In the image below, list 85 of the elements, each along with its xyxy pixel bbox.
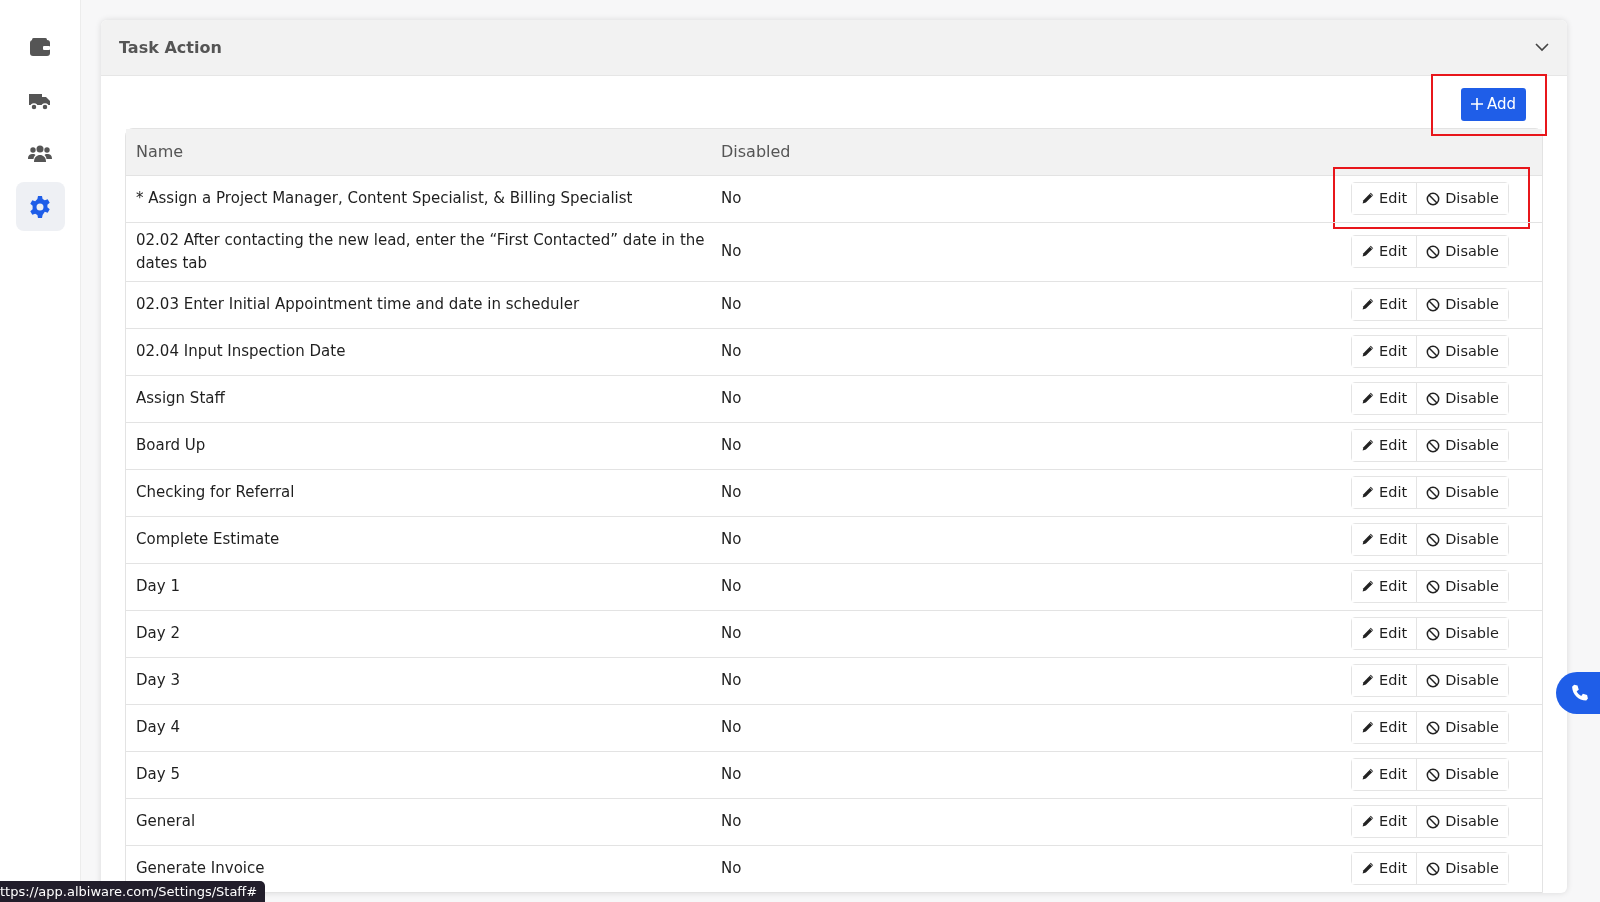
table-cell: No: [721, 389, 742, 408]
table-cell-text: Board Up: [135, 435, 207, 456]
table-cell: No: [721, 436, 742, 455]
table-cell: No: [721, 483, 742, 502]
column-header: Name: [135, 141, 185, 163]
pencil-icon: [1361, 862, 1375, 875]
disable-button[interactable]: Disable: [1416, 758, 1508, 791]
disable-button[interactable]: Disable: [1416, 429, 1508, 462]
pencil-icon: [1361, 439, 1375, 452]
chevron-icon[interactable]: [1535, 43, 1549, 52]
table-cell-text: Complete Estimate: [135, 529, 281, 550]
pencil-icon: [1361, 721, 1375, 734]
table-cell: No: [721, 577, 742, 596]
table-cell: No: [721, 859, 742, 878]
disable-button[interactable]: Disable: [1416, 664, 1508, 697]
ban-icon: [1426, 814, 1441, 829]
disable-button[interactable]: Disable: [1416, 335, 1508, 368]
table-cell-text: Checking for Referral: [135, 482, 296, 503]
panel-title: Task Action: [119, 36, 222, 59]
table-cell-text: 02.04 Input Inspection Date: [135, 341, 347, 362]
ban-icon: [1426, 579, 1441, 594]
table-cell-text: * Assign a Project Manager, Content Specialist, & Billing Specialist: [135, 188, 634, 209]
table-cell: No: [721, 718, 742, 737]
pencil-icon: [1361, 486, 1375, 499]
table-cell: No: [721, 530, 742, 549]
sidebar-item[interactable]: [15, 182, 65, 231]
table-cell-text: 02.02 After contacting the new lead, enter the “First Contacted” date in the dates tab: [135, 229, 706, 274]
table-cell: No: [721, 812, 742, 831]
ban-icon: [1426, 244, 1441, 259]
ban-icon: [1426, 720, 1441, 735]
pencil-icon: [1361, 245, 1375, 258]
pencil-icon: [1361, 580, 1375, 593]
table-cell: No: [721, 342, 742, 361]
table-cell: No: [721, 624, 742, 643]
table-cell-text: Assign Staff: [135, 388, 226, 409]
pencil-icon: [1361, 627, 1375, 640]
plus-icon: [1470, 98, 1483, 111]
table-cell-text: General: [135, 811, 197, 832]
ban-icon: [1426, 344, 1441, 359]
pencil-icon: [1361, 815, 1375, 828]
table-cell-text: Day 3: [135, 670, 181, 691]
phone-icon: [1570, 683, 1590, 703]
ban-icon: [1426, 391, 1441, 406]
phone-button[interactable]: [1556, 672, 1600, 714]
disable-button[interactable]: Disable: [1416, 523, 1508, 556]
table-cell-text: Generate Invoice: [135, 858, 266, 879]
ban-icon: [1426, 191, 1441, 206]
table-cell-text: Day 2: [135, 623, 181, 644]
disable-button[interactable]: Disable: [1416, 711, 1508, 744]
disable-button[interactable]: Disable: [1416, 382, 1508, 415]
disable-button[interactable]: Disable: [1416, 570, 1508, 603]
pencil-icon: [1361, 674, 1375, 687]
ban-icon: [1426, 438, 1441, 453]
pencil-icon: [1361, 392, 1375, 405]
ban-icon: [1426, 626, 1441, 641]
ban-icon: [1426, 861, 1441, 876]
disable-button[interactable]: Disable: [1416, 805, 1508, 838]
pencil-icon: [1361, 192, 1375, 205]
ban-icon: [1426, 297, 1441, 312]
table-cell: No: [721, 671, 742, 690]
disable-button[interactable]: Disable: [1416, 288, 1508, 321]
table-cell-text: 02.03 Enter Initial Appointment time and date in scheduler: [135, 294, 581, 315]
disable-button[interactable]: Disable: [1416, 476, 1508, 509]
disable-button[interactable]: Disable: [1416, 235, 1508, 268]
settings-icon: [28, 194, 52, 219]
ban-icon: [1426, 673, 1441, 688]
table-cell-text: Day 1: [135, 576, 181, 597]
table-cell: No: [721, 295, 742, 314]
table-cell: No: [721, 765, 742, 784]
table-cell: No: [721, 242, 742, 261]
ban-icon: [1426, 485, 1441, 500]
table-cell-text: Day 5: [135, 764, 181, 785]
pencil-icon: [1361, 533, 1375, 546]
disable-button[interactable]: Disable: [1416, 182, 1508, 215]
ban-icon: [1426, 532, 1441, 547]
ban-icon: [1426, 767, 1441, 782]
pencil-icon: [1361, 345, 1375, 358]
disable-button[interactable]: Disable: [1416, 617, 1508, 650]
pencil-icon: [1361, 298, 1375, 311]
table-cell-text: Day 4: [135, 717, 181, 738]
add-button[interactable]: Add: [1460, 88, 1526, 121]
column-header: Disabled: [721, 140, 791, 163]
table-cell: No: [721, 189, 742, 208]
pencil-icon: [1361, 768, 1375, 781]
disable-button[interactable]: Disable: [1416, 852, 1508, 885]
